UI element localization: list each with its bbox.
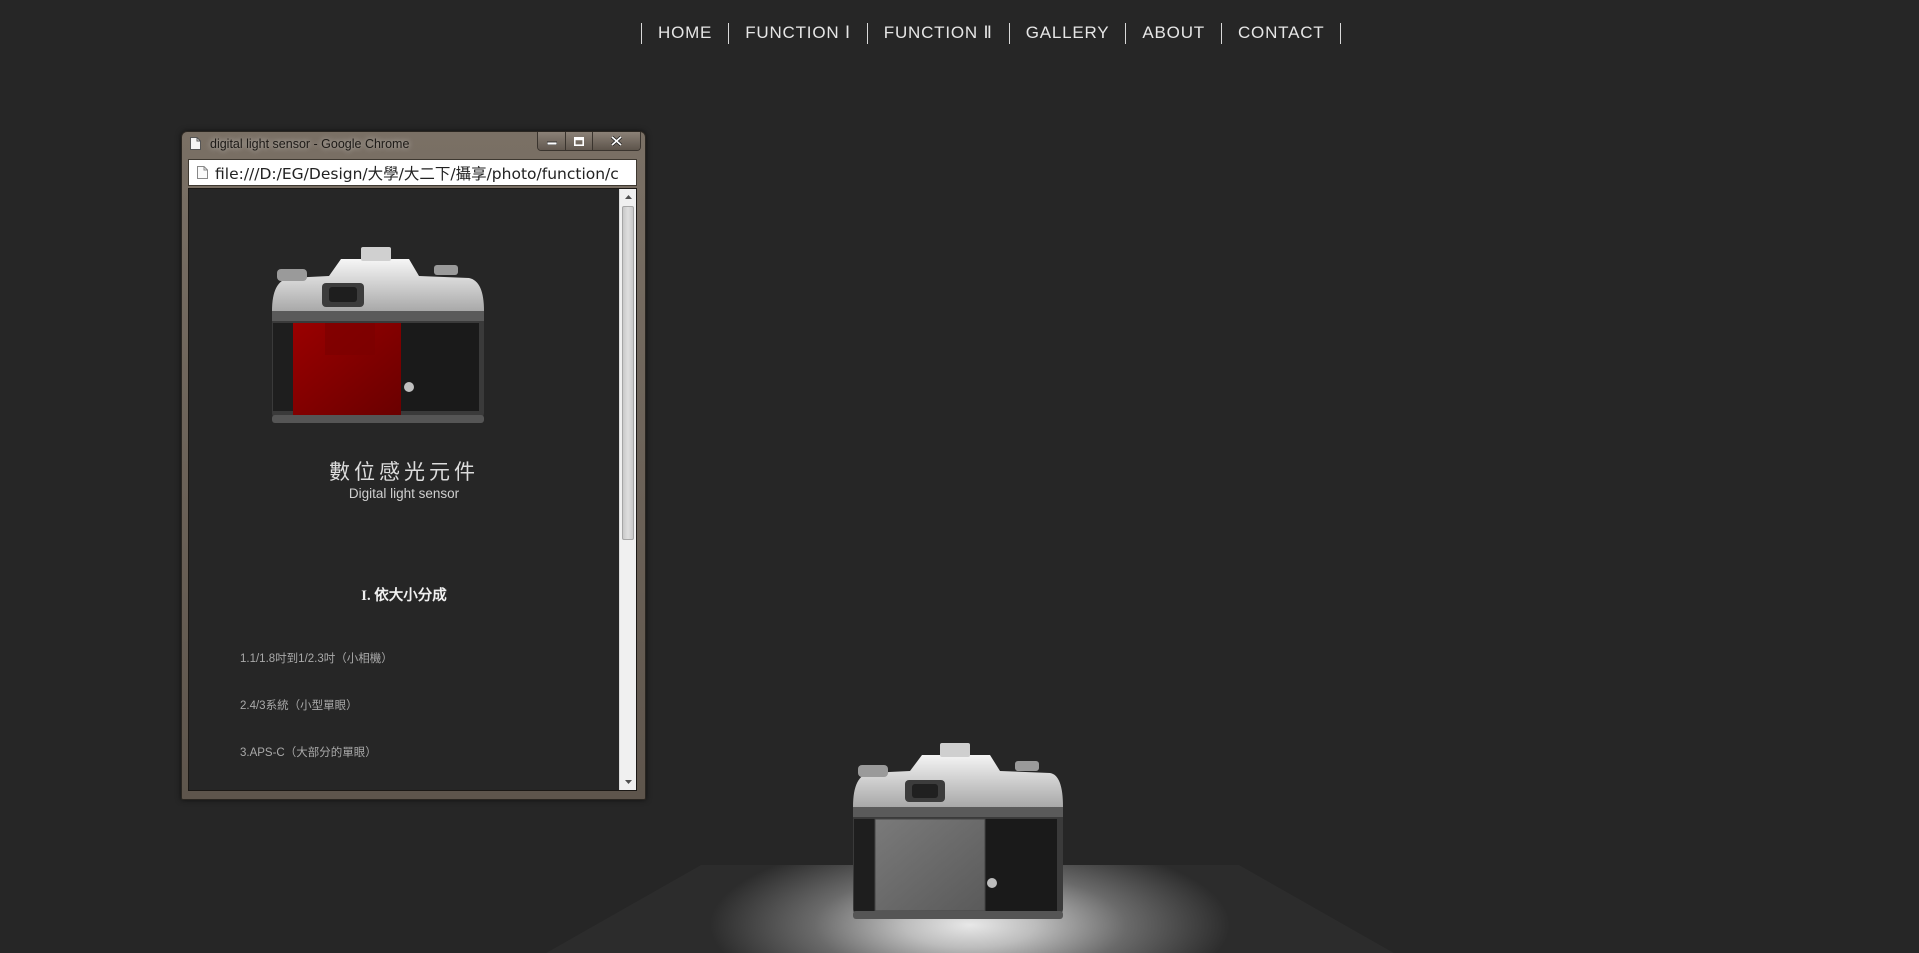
page: HOME FUNCTION Ⅰ FUNCTION Ⅱ GALLERY ABOUT… bbox=[0, 0, 1919, 953]
minimize-button[interactable] bbox=[538, 132, 565, 150]
window-title: digital light sensor - Google Chrome bbox=[210, 137, 410, 151]
list-item: 3.APS-C（大部分的單眼） bbox=[240, 747, 377, 759]
camera-image[interactable] bbox=[850, 735, 1070, 925]
nav-item-about[interactable]: ABOUT bbox=[1126, 23, 1221, 43]
close-button[interactable] bbox=[592, 132, 640, 150]
nav-separator bbox=[1340, 22, 1342, 44]
scrollbar-thumb[interactable] bbox=[622, 206, 634, 540]
maximize-button[interactable] bbox=[565, 132, 592, 150]
popup-window[interactable]: digital light sensor - Google Chrome fil… bbox=[181, 131, 646, 800]
close-icon bbox=[611, 136, 622, 146]
vertical-scrollbar[interactable] bbox=[619, 189, 636, 790]
page-icon bbox=[190, 137, 201, 150]
page-title: 數位感光元件 bbox=[329, 460, 479, 484]
window-controls bbox=[537, 132, 641, 151]
nav-item-contact[interactable]: CONTACT bbox=[1222, 23, 1341, 43]
nav-item-function-1[interactable]: FUNCTION Ⅰ bbox=[729, 23, 867, 43]
list-item: 1.1/1.8吋到1/2.3吋（小相機） bbox=[240, 653, 393, 665]
scroll-up-button[interactable] bbox=[620, 189, 636, 205]
nav-item-home[interactable]: HOME bbox=[642, 23, 728, 43]
arrow-up-icon bbox=[624, 195, 632, 199]
nav-item-function-2[interactable]: FUNCTION Ⅱ bbox=[868, 23, 1009, 43]
arrow-down-icon bbox=[624, 780, 632, 784]
page-subtitle: Digital light sensor bbox=[348, 486, 460, 501]
nav-item-gallery[interactable]: GALLERY bbox=[1010, 23, 1126, 43]
address-bar[interactable] bbox=[188, 159, 637, 186]
minimize-icon bbox=[546, 141, 557, 145]
section-title: I. 依大小分成 bbox=[361, 588, 447, 604]
camera-sensor-image bbox=[272, 247, 484, 423]
popup-viewport: 數位感光元件 Digital light sensor I. 依大小分成 1.1… bbox=[188, 188, 637, 791]
window-titlebar[interactable]: digital light sensor - Google Chrome bbox=[182, 132, 645, 157]
list-item: 2.4/3系統（小型單眼） bbox=[240, 700, 358, 712]
page-icon bbox=[197, 166, 208, 179]
maximize-icon bbox=[574, 136, 584, 146]
scroll-down-button[interactable] bbox=[620, 774, 636, 790]
url-input[interactable] bbox=[215, 162, 636, 183]
main-nav: HOME FUNCTION Ⅰ FUNCTION Ⅱ GALLERY ABOUT… bbox=[641, 22, 1342, 44]
popup-content: 數位感光元件 Digital light sensor I. 依大小分成 1.1… bbox=[189, 189, 619, 790]
